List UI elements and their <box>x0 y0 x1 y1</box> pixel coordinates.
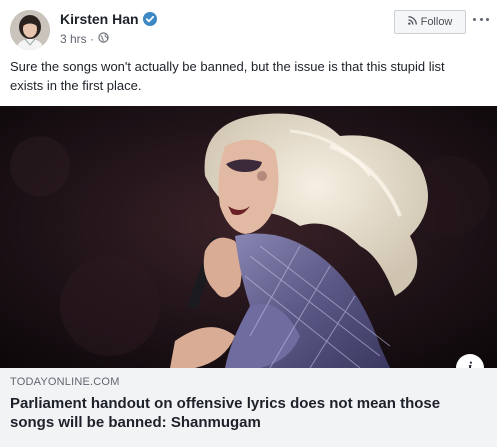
meta-separator: · <box>86 32 95 46</box>
verified-badge-icon <box>143 12 157 26</box>
follow-label: Follow <box>420 16 453 28</box>
follow-button[interactable]: Follow <box>394 10 466 34</box>
post-header: Kirsten Han 3 hrs · Follow <box>0 0 497 56</box>
avatar[interactable] <box>10 10 50 50</box>
post-text: Sure the songs won't actually be banned,… <box>10 59 445 93</box>
link-preview-image[interactable] <box>0 106 497 368</box>
rss-icon <box>407 16 417 28</box>
more-options-icon[interactable] <box>473 14 489 24</box>
author-name[interactable]: Kirsten Han <box>60 10 139 28</box>
link-preview-caption[interactable]: TODAYONLINE.COM Parliament handout on of… <box>0 368 497 447</box>
link-title[interactable]: Parliament handout on offensive lyrics d… <box>10 394 480 432</box>
globe-icon[interactable] <box>98 31 109 47</box>
post-timestamp[interactable]: 3 hrs <box>60 31 87 47</box>
link-domain: TODAYONLINE.COM <box>10 376 120 388</box>
post-meta: 3 hrs · <box>60 31 109 47</box>
